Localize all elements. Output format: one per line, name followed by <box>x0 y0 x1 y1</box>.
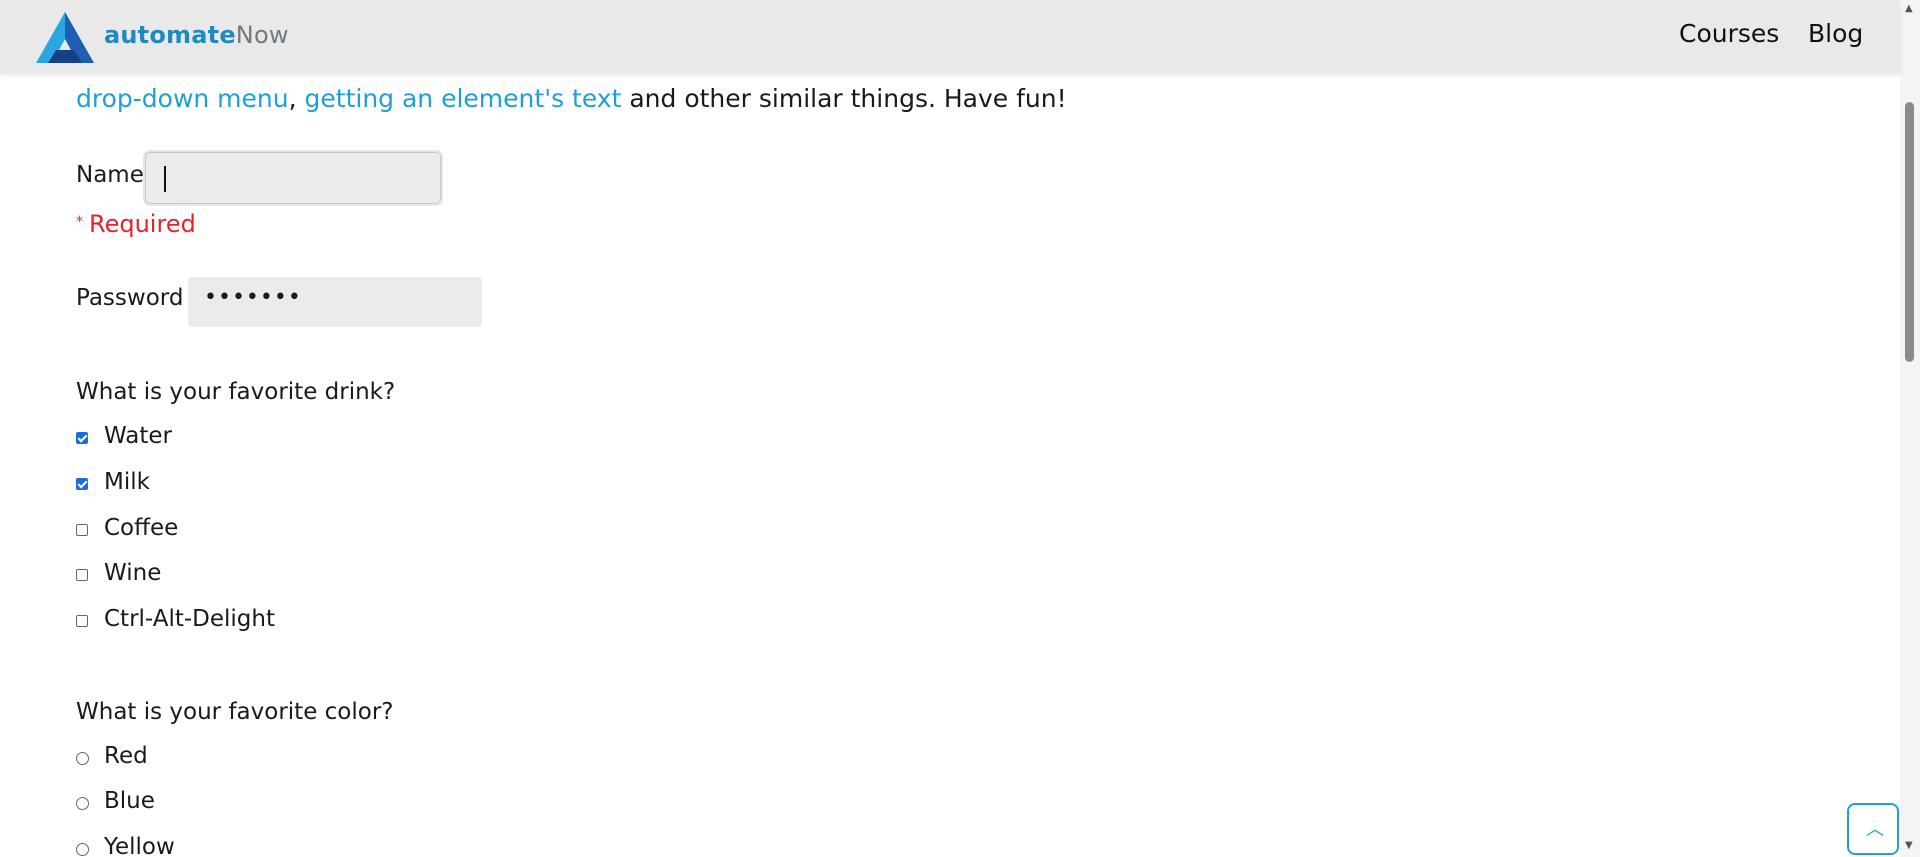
color-option-label: Yellow <box>104 834 175 857</box>
scrollbar-thumb[interactable] <box>1905 102 1914 362</box>
automatenow-logo-icon[interactable] <box>34 10 96 65</box>
checkbox-unchecked[interactable] <box>76 615 88 627</box>
drink-option-label: Wine <box>104 560 162 586</box>
radio-button[interactable] <box>76 843 89 856</box>
nav-blog-link[interactable]: Blog <box>1808 19 1863 48</box>
required-star: * <box>76 214 83 230</box>
checkbox-unchecked[interactable] <box>76 569 88 581</box>
radio-button[interactable] <box>76 797 89 810</box>
brand-name[interactable]: automateNow <box>104 21 289 49</box>
page: automateNow Courses Blog drop-down menu,… <box>0 0 1920 857</box>
drop-down-menu-link[interactable]: drop-down menu <box>76 84 289 113</box>
checkbox-checked[interactable] <box>76 432 88 444</box>
nav-courses-link[interactable]: Courses <box>1679 19 1779 48</box>
brand-name-part2: Now <box>235 21 289 49</box>
drink-option-label: Coffee <box>104 515 179 541</box>
back-to-top-button[interactable]: ︿ <box>1847 803 1899 855</box>
password-input[interactable]: ••••••• <box>188 277 482 327</box>
drink-option-label: Water <box>104 423 172 449</box>
required-message: * Required <box>76 210 196 238</box>
color-question: What is your favorite color? <box>76 699 394 725</box>
intro-separator: , <box>288 84 297 113</box>
site-header: automateNow Courses Blog <box>0 0 1900 74</box>
radio-button[interactable] <box>76 752 89 765</box>
intro-rest-text: and other similar things. Have fun! <box>629 84 1067 113</box>
text-caret <box>164 166 166 192</box>
drink-option-label: Milk <box>104 469 150 495</box>
drink-question: What is your favorite drink? <box>76 379 396 405</box>
checkbox-unchecked[interactable] <box>76 524 88 536</box>
element-text-link[interactable]: getting an element's text <box>305 84 622 113</box>
name-label: Name <box>76 162 144 188</box>
brand-name-part1: automate <box>104 21 236 49</box>
checkbox-checked[interactable] <box>76 478 88 490</box>
name-input[interactable] <box>145 152 441 204</box>
color-option-label: Red <box>104 743 148 769</box>
vertical-scrollbar[interactable]: ▲ ▼ <box>1900 0 1920 857</box>
password-label: Password <box>76 285 184 311</box>
required-text: Required <box>89 210 196 238</box>
scroll-up-arrow-icon[interactable]: ▲ <box>1905 3 1913 14</box>
chevron-up-icon: ︿ <box>1866 819 1884 840</box>
scroll-down-arrow-icon[interactable]: ▼ <box>1905 840 1913 851</box>
drink-option-label: Ctrl-Alt-Delight <box>104 606 275 632</box>
intro-text: drop-down menu, getting an element's tex… <box>76 84 1067 113</box>
color-option-label: Blue <box>104 788 155 814</box>
